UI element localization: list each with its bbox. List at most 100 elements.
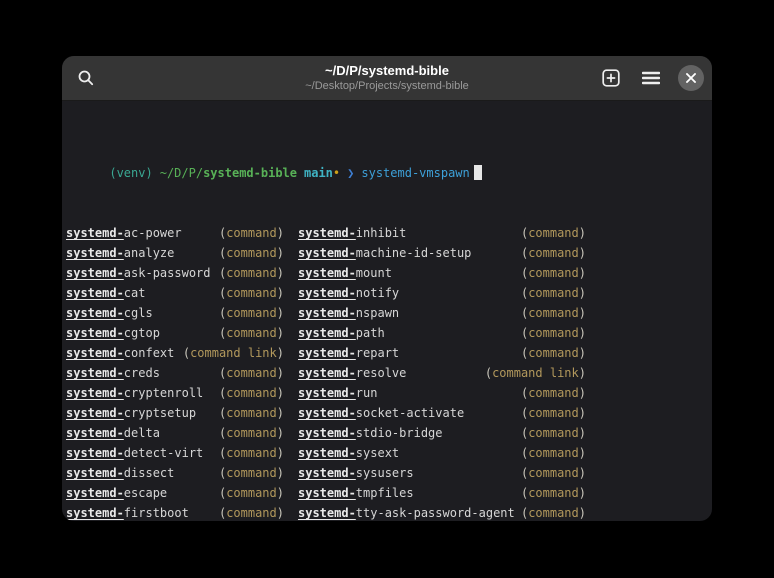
completion-item: systemd-sysusers(command) bbox=[298, 463, 586, 483]
completion-kind: (command) bbox=[219, 503, 284, 521]
menu-button[interactable] bbox=[635, 62, 667, 94]
close-icon bbox=[686, 73, 696, 83]
completion-item: systemd-cat(command) bbox=[66, 283, 284, 303]
search-button[interactable] bbox=[70, 62, 102, 94]
completion-kind: (command) bbox=[521, 323, 586, 343]
completion-kind: (command) bbox=[219, 423, 284, 443]
completion-kind: (command) bbox=[521, 503, 586, 521]
completion-kind: (command) bbox=[521, 423, 586, 443]
completion-kind: (command) bbox=[521, 263, 586, 283]
completion-name: systemd-confext bbox=[66, 343, 174, 363]
venv-indicator: (venv) bbox=[109, 166, 152, 180]
git-dirty-marker: • bbox=[333, 166, 340, 180]
completion-name: systemd-tmpfiles bbox=[298, 483, 414, 503]
completion-item: systemd-firstboot (command) bbox=[66, 503, 284, 521]
completion-item: systemd-analyze (command) bbox=[66, 243, 284, 263]
completion-item: systemd-tty-ask-password-agent (command) bbox=[298, 503, 586, 521]
completion-kind: (command link) bbox=[485, 363, 586, 383]
completion-kind: (command) bbox=[219, 483, 284, 503]
completion-name: systemd-sysusers bbox=[298, 463, 414, 483]
current-path: ~/D/P/systemd-bible bbox=[160, 166, 297, 180]
completion-name: systemd-repart bbox=[298, 343, 399, 363]
completion-kind: (command link) bbox=[183, 343, 284, 363]
prompt-arrow: ❯ bbox=[347, 166, 354, 180]
completion-item: systemd-cryptsetup(command) bbox=[66, 403, 284, 423]
completion-kind: (command) bbox=[219, 383, 284, 403]
completion-item: systemd-inhibit (command) bbox=[298, 223, 586, 243]
completion-name: systemd-socket-activate bbox=[298, 403, 464, 423]
completion-name: systemd-delta bbox=[66, 423, 160, 443]
completion-kind: (command) bbox=[521, 243, 586, 263]
completion-item: systemd-detect-virt (command) bbox=[66, 443, 284, 463]
completion-kind: (command) bbox=[521, 483, 586, 503]
completion-item: systemd-confext (command link) bbox=[66, 343, 284, 363]
completion-kind: (command) bbox=[219, 403, 284, 423]
completion-name: systemd-firstboot bbox=[66, 503, 189, 521]
close-button[interactable] bbox=[678, 65, 704, 91]
completion-item: systemd-path (command) bbox=[298, 323, 586, 343]
completion-item: systemd-cryptenroll (command) bbox=[66, 383, 284, 403]
completion-kind: (command) bbox=[219, 363, 284, 383]
completion-item: systemd-resolve (command link) bbox=[298, 363, 586, 383]
shell-prompt: (venv)~/D/P/systemd-biblemain•❯systemd-v… bbox=[66, 143, 708, 163]
completion-name: systemd-nspawn bbox=[298, 303, 399, 323]
completion-name: systemd-cgtop bbox=[66, 323, 160, 343]
completion-name: systemd-mount bbox=[298, 263, 392, 283]
completion-name: systemd-notify bbox=[298, 283, 399, 303]
desktop-background: { "window": { "title": "~/D/P/systemd-bi… bbox=[0, 0, 774, 578]
completion-name: systemd-tty-ask-password-agent bbox=[298, 503, 515, 521]
completion-list: systemd-ac-power(command)systemd-analyze… bbox=[66, 223, 708, 521]
completion-kind: (command) bbox=[521, 283, 586, 303]
completion-column-left: systemd-ac-power(command)systemd-analyze… bbox=[66, 223, 284, 521]
completion-item: systemd-creds (command) bbox=[66, 363, 284, 383]
completion-item: systemd-cgtop(command) bbox=[66, 323, 284, 343]
completion-name: systemd-ask-password bbox=[66, 263, 211, 283]
terminal-screen[interactable]: (venv)~/D/P/systemd-biblemain•❯systemd-v… bbox=[62, 101, 712, 521]
completion-item: systemd-repart (command) bbox=[298, 343, 586, 363]
completion-item: systemd-socket-activate (command) bbox=[298, 403, 586, 423]
completion-kind: (command) bbox=[521, 303, 586, 323]
completion-name: systemd-machine-id-setup bbox=[298, 243, 471, 263]
hamburger-menu-icon bbox=[642, 71, 660, 85]
completion-kind: (command) bbox=[521, 443, 586, 463]
completion-name: systemd-cat bbox=[66, 283, 145, 303]
completion-name: systemd-cgls bbox=[66, 303, 153, 323]
completion-name: systemd-cryptenroll bbox=[66, 383, 203, 403]
completion-name: systemd-resolve bbox=[298, 363, 406, 383]
completion-kind: (command) bbox=[219, 243, 284, 263]
completion-item: systemd-sysext(command) bbox=[298, 443, 586, 463]
completion-column-right: systemd-inhibit(command)systemd-machine-… bbox=[298, 223, 586, 521]
completion-name: systemd-path bbox=[298, 323, 385, 343]
completion-name: systemd-ac-power bbox=[66, 223, 182, 243]
terminal-window: ~/D/P/systemd-bible ~/Desktop/Projects/s… bbox=[62, 56, 712, 521]
git-status: main• bbox=[304, 166, 340, 180]
terminal-cursor bbox=[474, 165, 482, 180]
completion-name: systemd-inhibit bbox=[298, 223, 406, 243]
new-tab-icon bbox=[602, 69, 620, 87]
completion-kind: (command) bbox=[521, 343, 586, 363]
completion-name: systemd-escape bbox=[66, 483, 167, 503]
completion-kind: (command) bbox=[219, 463, 284, 483]
completion-name: systemd-detect-virt bbox=[66, 443, 203, 463]
completion-item: systemd-mount (command) bbox=[298, 263, 586, 283]
completion-name: systemd-run bbox=[298, 383, 377, 403]
completion-item: systemd-tmpfiles (command) bbox=[298, 483, 586, 503]
completion-kind: (command) bbox=[521, 383, 586, 403]
completion-item: systemd-escape (command) bbox=[66, 483, 284, 503]
completion-item: systemd-cgls (command) bbox=[66, 303, 284, 323]
completion-kind: (command) bbox=[521, 223, 586, 243]
completion-name: systemd-stdio-bridge bbox=[298, 423, 443, 443]
titlebar[interactable]: ~/D/P/systemd-bible ~/Desktop/Projects/s… bbox=[62, 56, 712, 101]
completion-name: systemd-analyze bbox=[66, 243, 174, 263]
completion-kind: (command) bbox=[219, 303, 284, 323]
completion-kind: (command) bbox=[219, 443, 284, 463]
completion-item: systemd-machine-id-setup (command) bbox=[298, 243, 586, 263]
completion-item: systemd-nspawn (command) bbox=[298, 303, 586, 323]
completion-name: systemd-creds bbox=[66, 363, 160, 383]
completion-item: systemd-dissect(command) bbox=[66, 463, 284, 483]
window-subtitle: ~/Desktop/Projects/systemd-bible bbox=[152, 81, 622, 92]
completion-item: systemd-ask-password(command) bbox=[66, 263, 284, 283]
new-tab-button[interactable] bbox=[595, 62, 627, 94]
completion-kind: (command) bbox=[521, 403, 586, 423]
search-icon bbox=[77, 69, 95, 87]
